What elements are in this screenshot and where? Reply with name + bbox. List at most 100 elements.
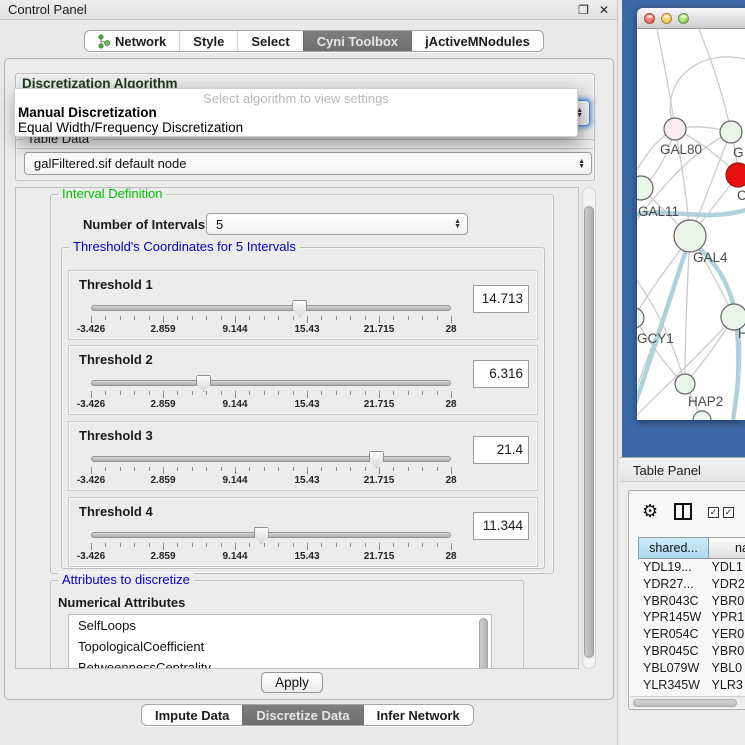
table-row[interactable]: YDR27...YDR2 bbox=[638, 576, 745, 593]
cell-name: YDR2 bbox=[709, 576, 745, 593]
table-hscrollbar[interactable] bbox=[630, 696, 745, 708]
threshold-box: Threshold 1-3.4262.8599.14415.4321.71528… bbox=[68, 270, 538, 340]
table-row[interactable]: YLR345WYLR3 bbox=[638, 677, 745, 694]
slider-track[interactable] bbox=[91, 305, 451, 311]
table-row[interactable]: YDL19...YDL1 bbox=[638, 559, 745, 576]
num-intervals-combo[interactable]: 5 ▲▼ bbox=[206, 213, 468, 235]
threshold-value-field[interactable]: 21.4 bbox=[473, 436, 529, 464]
table-data-value: galFiltered.sif default node bbox=[34, 156, 186, 171]
table-row[interactable]: YPR145WYPR1 bbox=[638, 609, 745, 626]
slider-thumb[interactable] bbox=[369, 451, 384, 468]
table-row[interactable]: YBR043CYBR0 bbox=[638, 593, 745, 610]
numerical-attributes-list[interactable]: SelfLoopsTopologicalCoefficientBetweenne… bbox=[68, 614, 492, 669]
float-icon[interactable]: ❐ bbox=[578, 4, 589, 16]
table-row[interactable]: YER054CYER0 bbox=[638, 626, 745, 643]
gear-icon[interactable]: ⚙ bbox=[642, 501, 658, 522]
node-label: H bbox=[738, 326, 745, 341]
settings-scrollbar[interactable] bbox=[582, 187, 596, 669]
slider-ticks bbox=[91, 543, 451, 551]
cell-shared-name: YLR345W bbox=[638, 677, 709, 694]
algorithm-option[interactable]: Equal Width/Frequency Discretization bbox=[15, 120, 577, 135]
apply-button[interactable]: Apply bbox=[261, 672, 323, 693]
table-row[interactable]: YBR045CYBR0 bbox=[638, 643, 745, 660]
tab-jactivemnodules[interactable]: jActiveMNodules bbox=[411, 31, 543, 51]
minimize-traffic-light-icon[interactable] bbox=[661, 13, 672, 24]
threshold-value-field[interactable]: 6.316 bbox=[473, 360, 529, 388]
hscrollbar-thumb[interactable] bbox=[633, 699, 737, 707]
network-edge[interactable] bbox=[699, 29, 731, 132]
column-header-name[interactable]: na bbox=[709, 537, 745, 559]
tab-label: Network bbox=[115, 34, 166, 49]
slider-tick-labels: -3.4262.8599.14415.4321.71528 bbox=[91, 475, 451, 487]
network-node[interactable] bbox=[675, 374, 695, 394]
checkbox-icon[interactable]: ✓ bbox=[723, 507, 734, 518]
checkbox-icon[interactable]: ✓ bbox=[708, 507, 719, 518]
attributes-group-label: Attributes to discretize bbox=[58, 573, 194, 587]
attribute-item[interactable]: SelfLoops bbox=[69, 615, 491, 636]
tab-select[interactable]: Select bbox=[237, 31, 302, 51]
cell-name: YBL0 bbox=[709, 660, 745, 677]
tab-cyni-toolbox[interactable]: Cyni Toolbox bbox=[303, 31, 411, 51]
cell-name: YDL1 bbox=[709, 559, 745, 576]
zoom-traffic-light-icon[interactable] bbox=[678, 13, 689, 24]
network-edge[interactable] bbox=[657, 29, 675, 129]
network-edge[interactable] bbox=[670, 57, 745, 129]
tab-label: Discretize Data bbox=[256, 708, 349, 723]
tab-discretize-data[interactable]: Discretize Data bbox=[242, 705, 362, 725]
network-edge[interactable] bbox=[685, 236, 690, 384]
tab-style[interactable]: Style bbox=[179, 31, 237, 51]
cell-name: YBR0 bbox=[709, 593, 745, 610]
network-node[interactable] bbox=[637, 308, 644, 328]
column-header-shared[interactable]: shared... bbox=[638, 537, 709, 559]
threshold-box: Threshold 4-3.4262.8599.14415.4321.71528… bbox=[68, 497, 538, 567]
network-node[interactable] bbox=[720, 121, 742, 143]
slider-track[interactable] bbox=[91, 380, 451, 386]
table-data-combo[interactable]: galFiltered.sif default node ▲▼ bbox=[24, 152, 592, 175]
tab-impute-data[interactable]: Impute Data bbox=[142, 705, 242, 725]
network-window-titlebar bbox=[637, 8, 745, 29]
threshold-box: Threshold 2-3.4262.8599.14415.4321.71528… bbox=[68, 345, 538, 415]
threshold-box: Threshold 3 -3.4262.8599.14415.4321.71528… bbox=[68, 421, 538, 491]
network-window: GAL80GCGAL11GAL4GCY1HHAP2 bbox=[637, 8, 745, 420]
cell-name: YLR3 bbox=[709, 677, 745, 694]
threshold-label: Threshold 4 bbox=[79, 504, 153, 519]
threshold-value-field[interactable]: 11.344 bbox=[473, 512, 529, 540]
network-node[interactable] bbox=[674, 220, 706, 252]
slider-thumb[interactable] bbox=[196, 375, 211, 392]
columns-icon[interactable] bbox=[674, 503, 692, 520]
threshold-label: Threshold 3 bbox=[79, 428, 153, 443]
network-view-frame: GAL80GCGAL11GAL4GCY1HHAP2 bbox=[622, 0, 745, 457]
algorithm-option[interactable]: Manual Discretization bbox=[15, 105, 577, 120]
slider-ticks bbox=[91, 391, 451, 399]
scrollbar-thumb[interactable] bbox=[584, 206, 594, 658]
network-node[interactable] bbox=[726, 163, 745, 187]
threshold-value-field[interactable]: 14.713 bbox=[473, 285, 529, 313]
attributes-group: Attributes to discretize Numerical Attri… bbox=[50, 580, 524, 669]
table-data-group: Table Data galFiltered.sif default node … bbox=[15, 139, 595, 181]
attributes-scrollbar[interactable] bbox=[479, 618, 488, 669]
tab-label: Cyni Toolbox bbox=[317, 34, 398, 49]
table-panel: ⚙ ✓ ✓ shared... na YDL19...YDL1YDR27...Y… bbox=[628, 490, 745, 710]
node-label: HAP2 bbox=[688, 394, 723, 409]
node-label: GAL11 bbox=[638, 204, 679, 219]
table-panel-titlebar: Table Panel bbox=[620, 457, 745, 482]
network-icon bbox=[98, 34, 110, 49]
tab-network[interactable]: Network bbox=[85, 31, 179, 51]
close-icon[interactable]: ✕ bbox=[599, 4, 609, 16]
interval-definition-label: Interval Definition bbox=[58, 187, 166, 201]
close-traffic-light-icon[interactable] bbox=[644, 13, 655, 24]
network-canvas[interactable]: GAL80GCGAL11GAL4GCY1HHAP2 bbox=[637, 29, 745, 420]
slider-thumb[interactable] bbox=[292, 300, 307, 317]
node-label: C bbox=[737, 188, 745, 203]
attribute-item[interactable]: TopologicalCoefficient bbox=[69, 636, 491, 657]
network-node[interactable] bbox=[664, 118, 686, 140]
slider-track[interactable] bbox=[91, 532, 451, 538]
slider-thumb[interactable] bbox=[254, 527, 269, 544]
network-node[interactable] bbox=[693, 411, 711, 420]
tab-label: Infer Network bbox=[377, 708, 460, 723]
tab-infer-network[interactable]: Infer Network bbox=[363, 705, 473, 725]
attribute-item[interactable]: BetweennessCentrality bbox=[69, 657, 491, 669]
cell-shared-name: YBR045C bbox=[638, 643, 709, 660]
table-row[interactable]: YBL079WYBL0 bbox=[638, 660, 745, 677]
slider-track[interactable] bbox=[91, 456, 451, 462]
